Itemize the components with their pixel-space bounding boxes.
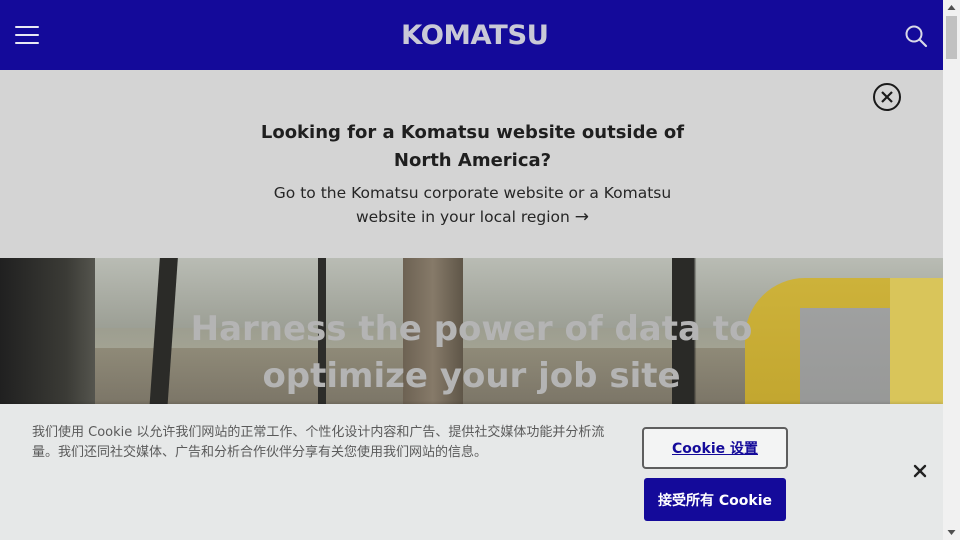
scroll-up-arrow-icon[interactable] <box>943 0 960 14</box>
cookie-banner: 我们使用 Cookie 以允许我们网站的正常工作、个性化设计内容和广告、提供社交… <box>0 404 943 540</box>
site-header: KOMATSU <box>0 0 943 70</box>
hero-title: Harness the power of data to optimize yo… <box>190 309 753 396</box>
scroll-down-arrow-icon[interactable] <box>943 524 960 540</box>
close-x-icon[interactable] <box>910 461 930 481</box>
accept-all-cookies-button[interactable]: 接受所有 Cookie <box>644 478 786 521</box>
region-banner-title: Looking for a Komatsu website outside of… <box>260 122 685 171</box>
cookie-banner-text: 我们使用 Cookie 以允许我们网站的正常工作、个性化设计内容和广告、提供社交… <box>32 425 605 460</box>
scrollbar-thumb[interactable] <box>946 16 957 59</box>
search-icon[interactable] <box>904 24 928 48</box>
arrow-right-icon: → <box>574 207 590 227</box>
close-circle-icon[interactable] <box>872 82 902 112</box>
region-banner: Looking for a Komatsu website outside of… <box>0 70 943 258</box>
region-link[interactable]: Go to the Komatsu corporate website or a… <box>270 181 675 229</box>
komatsu-logo[interactable]: KOMATSU <box>401 21 549 51</box>
page: KOMATSU Looking for a Komatsu website ou… <box>0 0 943 540</box>
region-link-text: Go to the Komatsu corporate website or a… <box>273 184 672 226</box>
cookie-settings-button[interactable]: Cookie 设置 <box>642 427 788 469</box>
page-scrollbar[interactable] <box>943 0 960 540</box>
hamburger-menu-icon[interactable] <box>15 26 39 44</box>
